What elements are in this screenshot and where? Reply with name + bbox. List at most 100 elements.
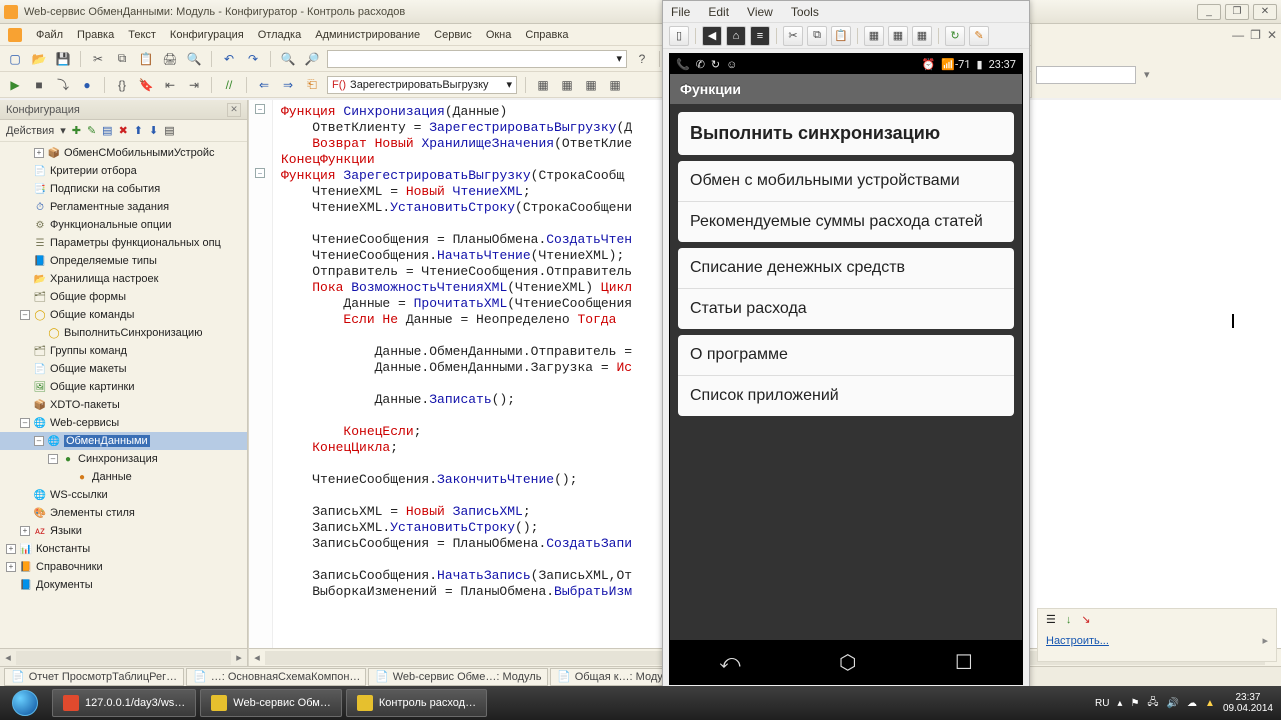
menu-admin[interactable]: Администрирование: [315, 29, 420, 41]
br-icon-2[interactable]: ↓: [1066, 614, 1072, 626]
close-button[interactable]: ✕: [1253, 4, 1277, 20]
expand-icon[interactable]: +: [20, 526, 30, 536]
actions-label[interactable]: Действия: [6, 125, 54, 137]
emu-paste-icon[interactable]: 📋: [831, 26, 851, 46]
action-edit-icon[interactable]: ✎: [87, 124, 96, 137]
phone-list-item[interactable]: Обмен с мобильными устройствами: [678, 161, 1014, 202]
emu-menu-tools[interactable]: Tools: [791, 5, 819, 19]
open-icon[interactable]: 📂: [30, 50, 48, 68]
configuration-panel-close-icon[interactable]: ✕: [227, 103, 241, 117]
emu-menu-edit[interactable]: Edit: [708, 5, 729, 19]
tb2b-icon[interactable]: ▦: [558, 76, 576, 94]
emu-menu-file[interactable]: File: [671, 5, 690, 19]
action-up-icon[interactable]: ⬆: [134, 124, 143, 137]
tray-lang[interactable]: RU: [1095, 698, 1109, 709]
menu-text[interactable]: Текст: [128, 29, 156, 41]
print-icon[interactable]: 🖨: [161, 50, 179, 68]
phone-list-item[interactable]: Рекомендуемые суммы расхода статей: [678, 202, 1014, 242]
action-delete-icon[interactable]: ✖: [119, 124, 128, 137]
expand-icon[interactable]: –: [34, 436, 44, 446]
comment-icon[interactable]: //: [220, 76, 238, 94]
menu-config[interactable]: Конфигурация: [170, 29, 244, 41]
search-combo[interactable]: ▾: [327, 50, 627, 68]
step-icon[interactable]: ⤵: [54, 76, 72, 94]
emu-set-icon[interactable]: ▦: [912, 26, 932, 46]
emu-refresh-icon[interactable]: ↻: [945, 26, 965, 46]
tree-node[interactable]: ◯ВыполнитьСинхронизацию: [0, 324, 247, 342]
action-add-icon[interactable]: ✚: [72, 124, 81, 137]
tree-node[interactable]: +📙Справочники: [0, 558, 247, 576]
bookmark-icon[interactable]: 🔖: [137, 76, 155, 94]
emu-copy-icon[interactable]: ⧉: [807, 26, 827, 46]
menu-service[interactable]: Сервис: [434, 29, 472, 41]
menu-edit[interactable]: Правка: [77, 29, 114, 41]
phone-back-icon[interactable]: ⤺: [719, 651, 740, 674]
bottom-tab[interactable]: 📄 Отчет ПросмотрТаблицРег…: [4, 668, 184, 686]
rp-minimize-icon[interactable]: —: [1232, 28, 1244, 42]
stop-icon[interactable]: ■: [30, 76, 48, 94]
emu-rec-icon[interactable]: ▦: [888, 26, 908, 46]
emu-menu-view[interactable]: View: [747, 5, 773, 19]
zoom-icon[interactable]: 🔍: [279, 50, 297, 68]
syntax-icon[interactable]: {}: [113, 76, 131, 94]
tree-node[interactable]: +📊Константы: [0, 540, 247, 558]
scroll-right-icon[interactable]: ▸: [231, 650, 247, 666]
tb2a-icon[interactable]: ▦: [534, 76, 552, 94]
taskbar-task[interactable]: Web-сервис Обм…: [200, 689, 342, 717]
outdent-icon[interactable]: ⇤: [161, 76, 179, 94]
fold-icon[interactable]: −: [255, 168, 265, 178]
emu-menu-icon[interactable]: ≡: [750, 26, 770, 46]
phone-list-item[interactable]: О программе: [678, 335, 1014, 376]
run-icon[interactable]: ▶: [6, 76, 24, 94]
new-icon[interactable]: ▢: [6, 50, 24, 68]
scroll-left-icon[interactable]: ◂: [0, 650, 16, 666]
tray-up-icon[interactable]: ▴: [1117, 698, 1122, 709]
menu-debug[interactable]: Отладка: [258, 29, 301, 41]
emu-cut-icon[interactable]: ✂: [783, 26, 803, 46]
menu-help[interactable]: Справка: [525, 29, 568, 41]
phone-list-item[interactable]: Списание денежных средств: [678, 248, 1014, 289]
scroll-right-small-icon[interactable]: ▸: [1262, 634, 1268, 647]
tray-clock[interactable]: 23:37 09.04.2014: [1223, 692, 1273, 714]
tree-node[interactable]: 🗂Общие формы: [0, 288, 247, 306]
prev-proc-icon[interactable]: ⇐: [255, 76, 273, 94]
minimize-button[interactable]: _: [1197, 4, 1221, 20]
tree-node[interactable]: 🗂Группы команд: [0, 342, 247, 360]
tree-node[interactable]: –●Синхронизация: [0, 450, 247, 468]
breakpoint-icon[interactable]: ●: [78, 76, 96, 94]
phone-recent-icon[interactable]: ☐: [955, 650, 973, 675]
emu-device-icon[interactable]: ▯: [669, 26, 689, 46]
br-icon-1[interactable]: ☰: [1046, 613, 1056, 626]
zoom2-icon[interactable]: 🔎: [303, 50, 321, 68]
tree-node[interactable]: ⚙Функциональные опции: [0, 216, 247, 234]
emu-home-icon[interactable]: ⌂: [726, 26, 746, 46]
tree-node[interactable]: ☰Параметры функциональных опц: [0, 234, 247, 252]
tree-node[interactable]: +📦ОбменСМобильнымиУстройс: [0, 144, 247, 162]
phone-list-item[interactable]: Выполнить синхронизацию: [678, 112, 1014, 155]
next-proc-icon[interactable]: ⇒: [279, 76, 297, 94]
action-down-icon[interactable]: ⬇: [149, 124, 158, 137]
tree-node[interactable]: 📦XDTO-пакеты: [0, 396, 247, 414]
expand-icon[interactable]: +: [6, 562, 16, 572]
emu-back-icon[interactable]: ◀: [702, 26, 722, 46]
phone-home-icon[interactable]: ⬡: [839, 650, 856, 675]
help-icon[interactable]: ?: [633, 50, 651, 68]
expand-icon[interactable]: +: [34, 148, 44, 158]
expand-icon[interactable]: +: [6, 544, 16, 554]
menu-windows[interactable]: Окна: [486, 29, 512, 41]
taskbar-task[interactable]: Контроль расход…: [346, 689, 487, 717]
tray-action-center-icon[interactable]: ⚑: [1130, 698, 1139, 709]
copy-icon[interactable]: ⧉: [113, 50, 131, 68]
fold-icon[interactable]: −: [255, 104, 265, 114]
configuration-tree[interactable]: +📦ОбменСМобильнымиУстройс📄Критерии отбор…: [0, 142, 247, 646]
paste-icon[interactable]: 📋: [137, 50, 155, 68]
expand-icon[interactable]: –: [48, 454, 58, 464]
bottom-tab[interactable]: 📄 …: ОсновнаяСхемаКомпон…: [186, 668, 366, 686]
tray-drive-icon[interactable]: ▲: [1205, 698, 1215, 709]
tree-node[interactable]: 🌐WS-ссылки: [0, 486, 247, 504]
tree-node[interactable]: ⏱Регламентные задания: [0, 198, 247, 216]
code-scroll-left-icon[interactable]: ◂: [249, 650, 265, 666]
tree-node[interactable]: –◯Общие команды: [0, 306, 247, 324]
br-icon-3[interactable]: ↘: [1081, 613, 1090, 626]
right-combo[interactable]: [1036, 66, 1136, 84]
